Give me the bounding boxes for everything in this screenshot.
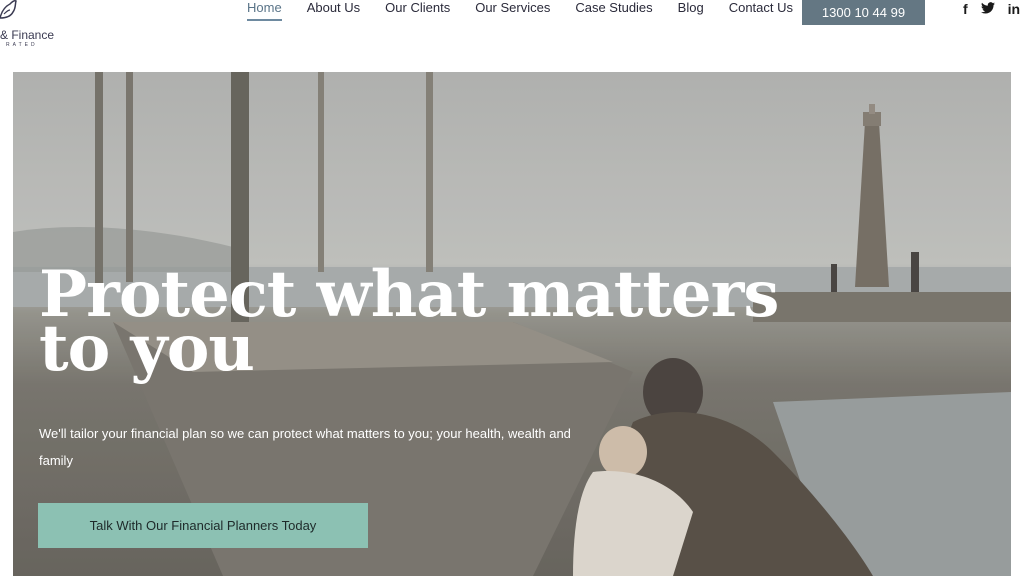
twitter-icon[interactable] [980, 1, 995, 17]
hero-subtitle: We'll tailor your financial plan so we c… [39, 426, 571, 468]
nav-item-our-clients[interactable]: Our Clients [385, 0, 450, 24]
talk-with-planners-button[interactable]: Talk With Our Financial Planners Today [38, 503, 368, 548]
nav-item-our-services[interactable]: Our Services [475, 0, 550, 24]
logo[interactable]: & Finance RATED [0, 0, 60, 50]
main-nav: Home About Us Our Clients Our Services C… [247, 0, 818, 24]
hero-title: Protect what matters to you [39, 257, 779, 386]
logo-name: & Finance [0, 28, 55, 42]
nav-label: Home [247, 0, 282, 15]
linkedin-icon[interactable]: in [1008, 1, 1020, 17]
social-links: f in [963, 0, 1024, 18]
nav-item-contact-us[interactable]: Contact Us [729, 0, 793, 24]
active-nav-underline [247, 19, 282, 21]
phone-button[interactable]: 1300 10 44 99 [802, 0, 925, 25]
hero-banner: Protect what matters to you We'll tailor… [13, 72, 1011, 576]
lion-logo-icon [0, 0, 17, 19]
nav-item-home[interactable]: Home [247, 0, 282, 24]
nav-item-case-studies[interactable]: Case Studies [575, 0, 652, 24]
nav-item-blog[interactable]: Blog [678, 0, 704, 24]
nav-item-about-us[interactable]: About Us [307, 0, 360, 24]
facebook-icon[interactable]: f [963, 1, 968, 17]
logo-tagline: RATED [6, 42, 38, 48]
